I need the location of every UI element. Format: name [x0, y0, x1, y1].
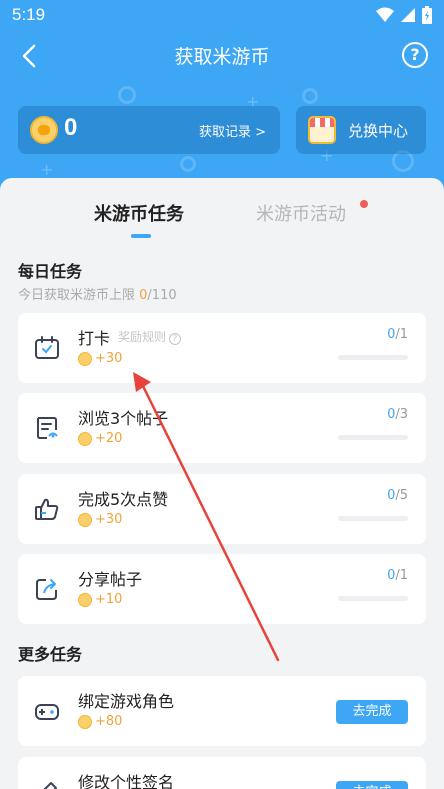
decoration-circle [302, 88, 318, 104]
exchange-center-label: 兑换中心 [348, 122, 409, 140]
task-reward: +10 [78, 592, 122, 607]
more-tasks-title: 更多任务 [18, 645, 83, 664]
battery-icon [422, 6, 432, 24]
task-progress-bar [338, 435, 408, 440]
status-bar: 5:19 [0, 0, 444, 30]
task-progress-bar [338, 355, 408, 360]
coin-icon [78, 592, 92, 607]
shop-icon [308, 116, 336, 144]
task-reward: +30 [78, 512, 122, 527]
task-progress-bar [338, 516, 408, 521]
notification-dot [360, 200, 368, 208]
task-reward: +30 [78, 351, 122, 366]
mihoyo-coin-icon [30, 116, 58, 144]
tab-bar: 米游币任务 米游币活动 [0, 178, 444, 242]
balance-card: 0 获取记录 > [18, 106, 280, 154]
coin-icon [78, 351, 92, 366]
task-progress-text: 0/5 [387, 488, 408, 503]
pencil-icon [43, 782, 57, 789]
task-reward: +20 [78, 431, 122, 446]
task-card-checkin[interactable]: 打卡 奖励规则? +30 0/1 [18, 313, 426, 383]
wifi-icon [376, 7, 394, 22]
coin-icon [78, 431, 92, 446]
coin-icon [78, 512, 92, 527]
task-progress-text: 0/1 [387, 327, 408, 342]
calendar-check-icon [35, 336, 59, 359]
status-time: 5:19 [12, 5, 46, 24]
task-name: 修改个性签名 [78, 773, 175, 789]
exchange-center-button[interactable]: 兑换中心 [296, 106, 426, 154]
active-tab-indicator [131, 234, 151, 238]
nav-bar: 获取米游币 ? [0, 30, 444, 82]
task-card-share-post[interactable]: 分享帖子 +10 0/1 [18, 554, 426, 624]
task-name: 绑定游戏角色 [78, 692, 175, 711]
decoration-circle [118, 86, 136, 104]
coin-icon [78, 714, 92, 729]
task-card-browse-posts[interactable]: 浏览3个帖子 +20 0/3 [18, 393, 426, 463]
document-icon [37, 417, 58, 439]
task-card-edit-signature[interactable]: 修改个性签名 去完成 [18, 757, 426, 789]
earning-record-link[interactable]: 获取记录 > [199, 121, 266, 140]
task-progress-text: 0/3 [387, 407, 408, 422]
question-icon: ? [169, 333, 182, 345]
daily-tasks-title: 每日任务 [18, 262, 83, 281]
task-name: 打卡 [78, 329, 111, 348]
go-complete-button[interactable]: 去完成 [336, 781, 408, 789]
thumbs-up-icon [35, 498, 59, 520]
task-card-likes[interactable]: 完成5次点赞 +30 0/5 [18, 474, 426, 544]
task-name: 浏览3个帖子 [78, 409, 169, 428]
help-button[interactable]: ? [402, 42, 428, 68]
status-icons [376, 6, 432, 24]
page-title: 获取米游币 [174, 46, 270, 68]
task-name: 完成5次点赞 [78, 490, 169, 509]
task-card-bind-game-role[interactable]: 绑定游戏角色 +80 去完成 [18, 676, 426, 746]
content-panel: 米游币任务 米游币活动 每日任务 今日获取米游币上限 0/110 打卡 奖励规则… [0, 178, 444, 789]
task-progress-bar [338, 596, 408, 601]
task-reward: +80 [78, 714, 122, 729]
decoration-plus: + [40, 160, 54, 179]
task-progress-text: 0/1 [387, 568, 408, 583]
decoration-circle [180, 156, 196, 172]
tab-coin-tasks[interactable]: 米游币任务 [94, 200, 184, 226]
signal-icon [401, 8, 415, 22]
tab-coin-activities[interactable]: 米游币活动 [256, 200, 346, 226]
gamepad-icon [35, 704, 59, 720]
go-complete-button[interactable]: 去完成 [336, 700, 408, 724]
daily-limit-text: 今日获取米游币上限 0/110 [18, 288, 177, 303]
share-icon [36, 579, 57, 600]
coin-balance: 0 [64, 114, 78, 141]
task-name: 分享帖子 [78, 570, 143, 589]
reward-rules-link[interactable]: 奖励规则? [118, 328, 182, 345]
